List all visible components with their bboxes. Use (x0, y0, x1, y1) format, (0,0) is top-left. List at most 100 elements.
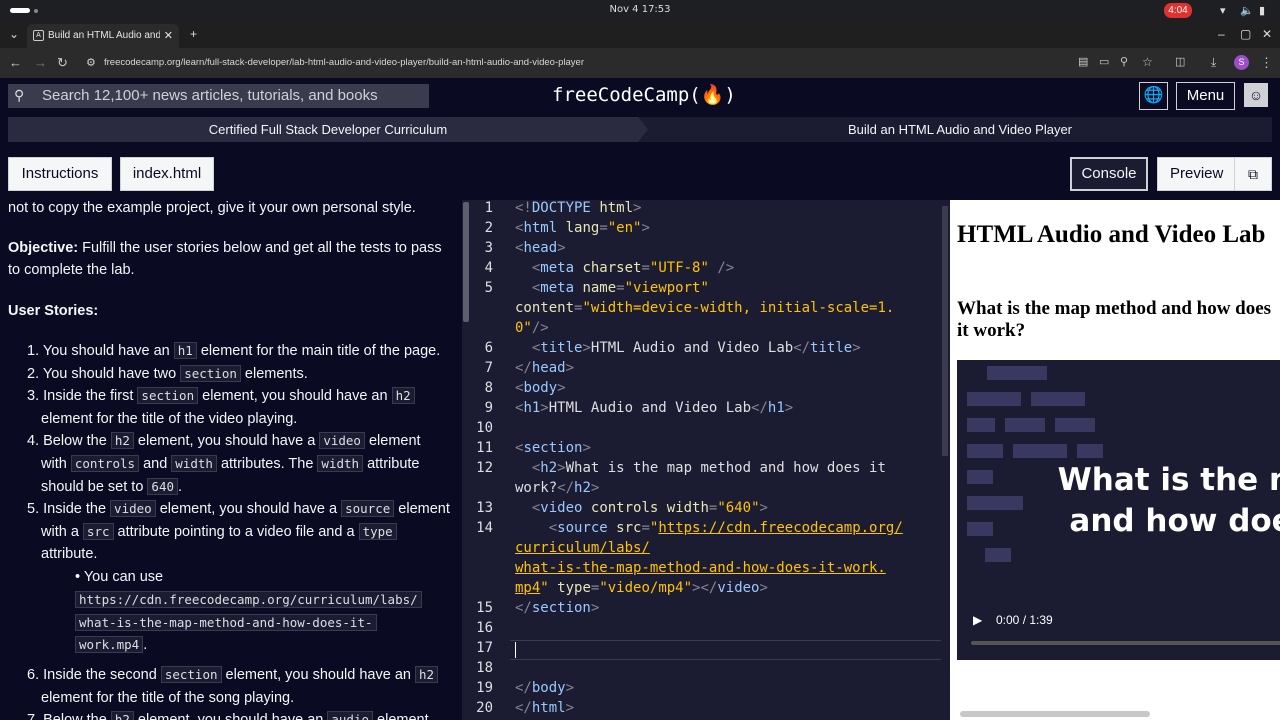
extensions-icon[interactable]: ◫ (1175, 55, 1185, 68)
line-number: 5 (484, 280, 493, 296)
preview-horizontal-scrollbar[interactable] (960, 711, 1150, 717)
inline-code: section (180, 365, 241, 382)
line-number: 19 (476, 680, 493, 696)
user-stories-heading: User Stories: (8, 303, 99, 319)
objective-line-2: to complete the lab. (8, 262, 135, 278)
close-window-icon[interactable]: ✕ (1262, 27, 1272, 41)
search-input[interactable]: ⚲ Search 12,100+ news articles, tutorial… (8, 84, 429, 108)
address-bar-url[interactable]: freecodecamp.org/learn/full-stack-develo… (104, 57, 584, 68)
inline-code: h1 (173, 342, 197, 359)
code-line: </html> (515, 700, 575, 716)
cast-icon[interactable]: ▭ (1099, 55, 1109, 68)
list-item: 2. You should have two section elements. (27, 365, 308, 382)
line-number: 15 (476, 600, 493, 616)
tab-title: Build an HTML Audio and Video Player (48, 30, 160, 41)
inline-code: src (82, 523, 114, 540)
line-number: 4 (484, 260, 493, 276)
list-item: 6. Inside the second section element, yo… (27, 666, 439, 683)
code-line: </section> (515, 600, 600, 616)
line-number: 18 (476, 660, 493, 676)
maximize-window-icon[interactable]: ▢ (1240, 27, 1251, 41)
inline-code: video (319, 432, 365, 449)
list-item-continuation: with controls and width attributes. The … (41, 455, 420, 472)
reading-mode-icon[interactable]: ▤ (1078, 55, 1088, 68)
close-tab-icon[interactable]: ✕ (164, 29, 173, 42)
bullet-item: • You can use (75, 569, 164, 585)
new-tab-icon[interactable]: + (190, 27, 197, 41)
instructions-scrollbar[interactable] (462, 200, 470, 720)
code-line: <h2>What is the map method and how does … (531, 460, 886, 476)
video-progress-bar[interactable] (971, 641, 1280, 645)
tab-instructions[interactable]: Instructions (8, 157, 112, 191)
list-item-continuation: attribute. (41, 546, 98, 562)
forward-icon[interactable]: → (34, 55, 47, 70)
code-line: </head> (515, 360, 575, 376)
search-placeholder: Search 12,100+ news articles, tutorials,… (42, 87, 378, 104)
inline-code: h2 (110, 711, 134, 720)
list-item: 3. Inside the first section element, you… (27, 387, 415, 404)
list-item: 5. Inside the video element, you should … (27, 500, 450, 517)
os-status-bar: Nov 4 17:53 4:04 ▾ 🔈 ▮ (0, 0, 1280, 21)
inline-code: section (160, 666, 222, 683)
menu-button[interactable]: Menu (1176, 82, 1235, 110)
tab-list-icon[interactable]: ⌄ (9, 27, 19, 41)
editor-scrollbar[interactable] (941, 200, 950, 720)
line-number: 11 (476, 440, 493, 456)
video-url-line-2: what-is-the-map-method-and-how-does-it- (75, 614, 377, 631)
freecodecamp-logo[interactable]: freeCodeCamp(🔥) (552, 83, 736, 106)
back-icon[interactable]: ← (9, 55, 22, 70)
battery-icon: ▮ (1259, 5, 1266, 17)
minimize-window-icon[interactable]: – (1218, 27, 1225, 41)
objective-line: Objective: Fulfill the user stories belo… (8, 240, 442, 256)
inline-code: width (317, 455, 364, 472)
browser-tab[interactable]: A Build an HTML Audio and Video Player ✕ (27, 24, 179, 48)
wifi-icon: ▾ (1220, 5, 1226, 17)
console-button[interactable]: Console (1070, 157, 1148, 191)
site-info-icon[interactable]: ⚙ (86, 56, 96, 69)
code-line: <meta name="viewport" (531, 280, 709, 296)
zoom-icon[interactable]: ⚲ (1120, 55, 1128, 68)
bookmark-star-icon[interactable]: ☆ (1142, 55, 1153, 69)
video-player[interactable]: What is the mapand how does i ▶ 0:00 / 1… (957, 360, 1280, 660)
line-number: 1 (484, 200, 493, 216)
tab-index-html[interactable]: index.html (120, 157, 214, 191)
profile-avatar[interactable]: S (1234, 55, 1249, 70)
line-number: 8 (484, 380, 493, 396)
video-frame-text: What is the mapand how does i (1057, 462, 1280, 539)
breadcrumb: Certified Full Stack Developer Curriculu… (8, 117, 1272, 142)
scrollbar-thumb[interactable] (942, 206, 948, 456)
breadcrumb-curriculum[interactable]: Certified Full Stack Developer Curriculu… (8, 117, 648, 142)
language-globe-icon[interactable]: 🌐 (1139, 82, 1168, 110)
code-line: <html lang="en"> (515, 220, 650, 236)
fcc-navbar: ⚲ Search 12,100+ news articles, tutorial… (0, 78, 1280, 114)
code-line-wrap: work?</h2> (515, 480, 600, 496)
browser-menu-icon[interactable]: ⋮ (1260, 55, 1273, 71)
scrollbar-thumb[interactable] (463, 202, 469, 322)
list-item-continuation: element for the title of the song playin… (41, 690, 295, 706)
code-editor[interactable]: 1 <!DOCTYPE html> 2 <html lang="en"> 3 <hea… (470, 200, 948, 720)
reload-icon[interactable]: ↻ (57, 55, 68, 71)
instructions-intro-tail: not to copy the example project, give it… (8, 200, 416, 216)
line-number: 2 (484, 220, 493, 236)
inline-code: h2 (110, 432, 134, 449)
line-number: 6 (484, 340, 493, 356)
line-number: 7 (484, 360, 493, 376)
user-avatar-icon[interactable]: ☺ (1244, 83, 1268, 107)
play-icon[interactable]: ▶ (973, 613, 982, 627)
inline-code: section (137, 387, 199, 404)
code-line: <video controls width="640"> (531, 500, 768, 516)
code-line: <body> (515, 380, 566, 396)
list-item-continuation: should be set to 640. (41, 478, 183, 495)
breadcrumb-lab[interactable]: Build an HTML Audio and Video Player (648, 117, 1272, 142)
preview-button[interactable]: Preview (1157, 157, 1235, 191)
inline-code: controls (70, 455, 140, 472)
os-clock[interactable]: Nov 4 17:53 (0, 4, 1280, 15)
code-line: <h1>HTML Audio and Video Lab</h1> (515, 400, 794, 416)
code-line-wrap: content="width=device-width, initial-sca… (515, 300, 895, 316)
list-item: 4. Below the h2 element, you should have… (27, 432, 421, 449)
download-icon[interactable]: ⤓ (1211, 55, 1216, 70)
line-number: 13 (476, 500, 493, 516)
preview-popout-icon[interactable]: ⧉ (1234, 157, 1272, 191)
screen-recording-badge[interactable]: 4:04 (1164, 3, 1192, 18)
inline-code: h2 (391, 387, 415, 404)
